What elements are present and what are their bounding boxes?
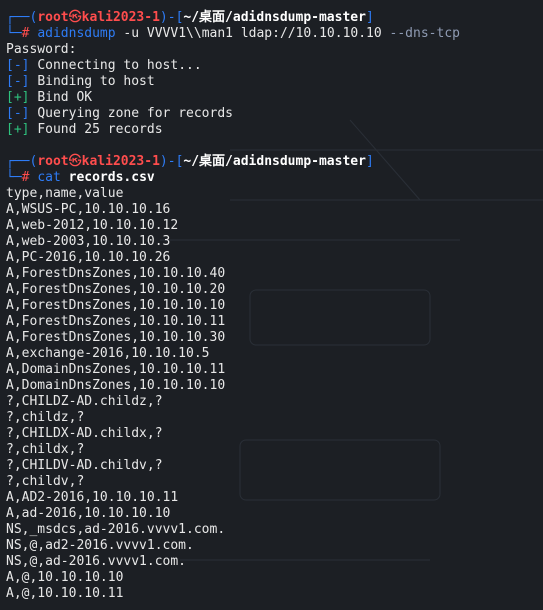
csv-line: A,web-2003,10.10.10.3 [6, 234, 171, 249]
prompt-symbol: # [21, 26, 30, 41]
csv-line: ?,childv,? [6, 474, 85, 489]
terminal-window[interactable]: ┌──(root㉿kali2023-1)-[~/桌面/adidnsdump-ma… [0, 0, 543, 610]
csv-line: A,WSUS-PC,10.10.10.16 [6, 202, 171, 217]
csv-line: A,@,10.10.10.10 [6, 570, 124, 585]
csv-line: NS,@,ad-2016.vvvv1.com. [6, 554, 187, 569]
command-file: records.csv [68, 170, 155, 185]
prompt-symbol: # [21, 170, 30, 185]
output-line: [-] Querying zone for records [6, 106, 233, 121]
csv-output: type,name,value A,WSUS-PC,10.10.10.16 A,we… [6, 186, 543, 602]
skull-icon: ㉿ [68, 154, 82, 169]
csv-line: A,ForestDnsZones,10.10.10.30 [6, 330, 226, 345]
csv-line: A,DomainDnsZones,10.10.10.10 [6, 378, 226, 393]
command-flag: --dns-tcp [389, 26, 460, 41]
terminal-output: ┌──(root㉿kali2023-1)-[~/桌面/adidnsdump-ma… [6, 10, 543, 602]
csv-line: ?,childx,? [6, 442, 85, 457]
csv-line: A,AD2-2016,10.10.10.11 [6, 490, 179, 505]
csv-line: A,DomainDnsZones,10.10.10.11 [6, 362, 226, 377]
csv-line: ?,childz,? [6, 410, 85, 425]
csv-line: A,ForestDnsZones,10.10.10.20 [6, 282, 226, 297]
output-line: [+] Bind OK [6, 90, 93, 105]
output-line: Password: [6, 42, 77, 57]
csv-line: A,ad-2016,10.10.10.10 [6, 506, 171, 521]
prompt-user: root [37, 10, 69, 25]
command-args: -u VVVV1\\man1 ldap://10.10.10.10 [123, 26, 382, 41]
command-line-1[interactable]: └─# adidnsdump -u VVVV1\\man1 ldap://10.… [6, 26, 543, 42]
csv-line: A,ForestDnsZones,10.10.10.10 [6, 298, 226, 313]
prompt-host: kali2023-1 [81, 10, 160, 25]
csv-line: A,PC-2016,10.10.10.26 [6, 250, 171, 265]
csv-line: ?,CHILDX-AD.childx,? [6, 426, 163, 441]
prompt-line-2: ┌──(root㉿kali2023-1)-[~/桌面/adidnsdump-ma… [6, 154, 374, 169]
output-line: [+] Found 25 records [6, 122, 163, 137]
output-line: [-] Binding to host [6, 74, 155, 89]
csv-line: A,ForestDnsZones,10.10.10.11 [6, 314, 226, 329]
csv-line: ?,CHILDZ-AD.childz,? [6, 394, 163, 409]
prompt-path: ~/桌面/adidnsdump-master [183, 154, 366, 169]
output-line: [-] Connecting to host... [6, 58, 202, 73]
command-program: cat [37, 170, 61, 185]
prompt-host: kali2023-1 [81, 154, 160, 169]
csv-line: A,@,10.10.10.11 [6, 586, 124, 601]
csv-line: NS,@,ad2-2016.vvvv1.com. [6, 538, 194, 553]
csv-line: A,exchange-2016,10.10.10.5 [6, 346, 210, 361]
command-line-2[interactable]: └─# cat records.csv [6, 170, 543, 186]
csv-line: NS,_msdcs,ad-2016.vvvv1.com. [6, 522, 226, 537]
csv-line: A,web-2012,10.10.10.12 [6, 218, 179, 233]
csv-line: type,name,value [6, 186, 124, 201]
command-program: adidnsdump [37, 26, 116, 41]
prompt-user: root [37, 154, 69, 169]
prompt-path: ~/桌面/adidnsdump-master [183, 10, 366, 25]
skull-icon: ㉿ [68, 10, 82, 25]
prompt-line-1: ┌──(root㉿kali2023-1)-[~/桌面/adidnsdump-ma… [6, 10, 374, 25]
csv-line: A,ForestDnsZones,10.10.10.40 [6, 266, 226, 281]
csv-line: ?,CHILDV-AD.childv,? [6, 458, 163, 473]
